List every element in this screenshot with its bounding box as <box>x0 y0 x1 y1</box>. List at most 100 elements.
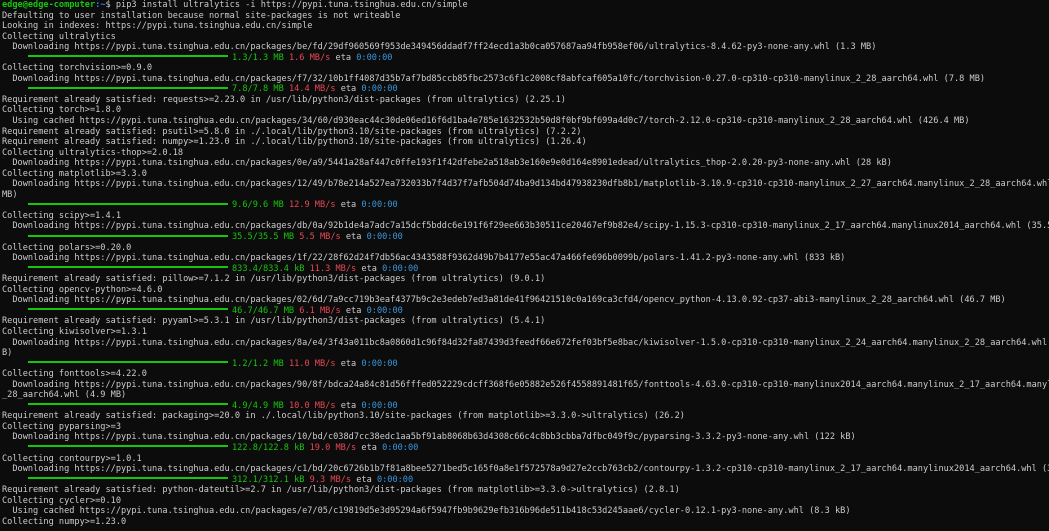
progress-line: 46.7/46.7 MB 6.1 MB/s eta 0:00:00 <box>2 306 1049 317</box>
download-size: 46.7/46.7 MB <box>232 305 295 316</box>
progress-line: 1.2/1.2 MB 11.0 MB/s eta 0:00:00 <box>2 359 1049 370</box>
output-line: Collecting numpy>=1.23.0 <box>2 516 127 527</box>
progress-bar <box>28 403 228 406</box>
progress-line: 35.5/35.5 MB 5.5 MB/s eta 0:00:00 <box>2 232 1049 243</box>
output-line: Downloading https://pypi.tuna.tsinghua.e… <box>2 379 1049 390</box>
output-line: Requirement already satisfied: pyyaml>=5… <box>2 316 546 327</box>
download-speed: 9.3 MB/s <box>309 474 352 485</box>
eta-label: eta <box>345 305 362 316</box>
terminal-window[interactable]: edge@edge-computer:~$ pip3 install ultra… <box>0 0 1049 531</box>
download-size: 7.8/7.8 MB <box>232 84 284 95</box>
progress-line: 9.6/9.6 MB 12.9 MB/s eta 0:00:00 <box>2 200 1049 211</box>
output-line: Collecting torch>=1.8.0 <box>2 105 121 116</box>
output-line: MB) <box>2 189 18 200</box>
progress-bar <box>28 361 228 364</box>
progress-line: 1.3/1.3 MB 1.6 MB/s eta 0:00:00 <box>2 53 1049 64</box>
progress-bar <box>28 308 228 311</box>
output-line: Collecting matplotlib>=3.3.0 <box>2 168 147 179</box>
eta-value: 0:00:00 <box>361 358 398 369</box>
download-speed: 10.0 MB/s <box>288 400 336 411</box>
output-line: Collecting opencv-python>=4.6.0 <box>2 284 163 295</box>
output-line: Collecting torchvision>=0.9.0 <box>2 63 153 74</box>
download-size: 122.8/122.8 kB <box>232 442 305 453</box>
eta-value: 0:00:00 <box>382 442 419 453</box>
download-speed: 19.0 MB/s <box>309 442 357 453</box>
eta-label: eta <box>361 263 377 274</box>
download-speed: 5.5 MB/s <box>299 232 341 243</box>
eta-value: 0:00:00 <box>366 232 403 243</box>
output-line: Downloading https://pypi.tuna.tsinghua.e… <box>2 73 986 84</box>
download-speed: 6.1 MB/s <box>299 305 341 316</box>
output-line: Downloading https://pypi.tuna.tsinghua.e… <box>2 464 1049 475</box>
output-line: Collecting fonttools>=4.22.0 <box>2 369 147 380</box>
output-line: Collecting ultralytics-thop>=2.0.18 <box>2 147 184 158</box>
prompt-user-host: edge@edge-computer <box>2 0 96 10</box>
download-size: 4.9/4.9 MB <box>232 400 284 411</box>
eta-value: 0:00:00 <box>361 200 398 211</box>
download-size: 312.1/312.1 kB <box>232 474 305 485</box>
output-line: Collecting cycler>=0.10 <box>2 495 121 506</box>
progress-line: 122.8/122.8 kB 19.0 MB/s eta 0:00:00 <box>2 443 1049 454</box>
eta-label: eta <box>345 232 362 243</box>
eta-label: eta <box>340 200 357 211</box>
output-line: Requirement already satisfied: pillow>=7… <box>2 274 546 285</box>
eta-value: 0:00:00 <box>361 400 398 411</box>
eta-label: eta <box>340 84 357 95</box>
output-line: Collecting contourpy>=1.0.1 <box>2 453 142 464</box>
progress-bar <box>28 266 228 269</box>
output-line: Collecting kiwisolver>=1.3.1 <box>2 326 147 337</box>
download-size: 35.5/35.5 MB <box>232 232 295 243</box>
output-line: Downloading https://pypi.tuna.tsinghua.e… <box>2 221 1049 232</box>
output-line: Requirement already satisfied: python-da… <box>2 485 680 496</box>
download-size: 1.2/1.2 MB <box>232 358 284 369</box>
progress-line: 4.9/4.9 MB 10.0 MB/s eta 0:00:00 <box>2 401 1049 412</box>
output-line: Downloading https://pypi.tuna.tsinghua.e… <box>2 253 846 264</box>
output-line: Downloading https://pypi.tuna.tsinghua.e… <box>2 179 1049 190</box>
download-speed: 12.9 MB/s <box>288 200 336 211</box>
progress-bar <box>28 445 228 448</box>
output-line: Downloading https://pypi.tuna.tsinghua.e… <box>2 158 892 169</box>
eta-label: eta <box>361 442 377 453</box>
progress-bar <box>28 86 228 89</box>
output-line: Downloading https://pypi.tuna.tsinghua.e… <box>2 432 856 443</box>
progress-line: 7.8/7.8 MB 14.4 MB/s eta 0:00:00 <box>2 84 1049 95</box>
download-speed: 11.3 MB/s <box>309 263 357 274</box>
eta-value: 0:00:00 <box>366 305 403 316</box>
output-line: Requirement already satisfied: requests>… <box>2 94 566 105</box>
output-line: Collecting ultralytics <box>2 31 116 42</box>
download-speed: 14.4 MB/s <box>288 84 336 95</box>
progress-bar <box>28 477 228 480</box>
eta-label: eta <box>356 474 372 485</box>
download-size: 9.6/9.6 MB <box>232 200 284 211</box>
output-line: Requirement already satisfied: psutil>=5… <box>2 126 582 137</box>
eta-label: eta <box>340 358 357 369</box>
progress-bar <box>28 234 228 237</box>
prompt-symbol: $ <box>105 0 116 10</box>
output-line: Requirement already satisfied: numpy>=1.… <box>2 137 587 148</box>
download-size: 833.4/833.4 kB <box>232 263 305 274</box>
progress-bar <box>28 202 228 205</box>
output-line: Using cached https://pypi.tuna.tsinghua.… <box>2 116 970 127</box>
prompt-path: :~ <box>95 0 106 10</box>
output-line: B) <box>2 348 13 359</box>
progress-line: 312.1/312.1 kB 9.3 MB/s eta 0:00:00 <box>2 475 1049 486</box>
download-size: 1.3/1.3 MB <box>232 52 284 63</box>
eta-value: 0:00:00 <box>356 52 393 63</box>
eta-value: 0:00:00 <box>382 263 419 274</box>
eta-label: eta <box>340 400 357 411</box>
progress-line: 833.4/833.4 kB 11.3 MB/s eta 0:00:00 <box>2 264 1049 275</box>
download-speed: 1.6 MB/s <box>288 52 331 63</box>
output-line: Downloading https://pypi.tuna.tsinghua.e… <box>2 42 877 53</box>
output-line: Collecting polars>=0.20.0 <box>2 242 132 253</box>
download-speed: 11.0 MB/s <box>288 358 336 369</box>
output-line: Collecting scipy>=1.4.1 <box>2 210 121 221</box>
command-text: pip3 install ultralytics -i https://pypi… <box>115 0 468 10</box>
output-line: Requirement already satisfied: packaging… <box>2 411 685 422</box>
output-line: Using cached https://pypi.tuna.tsinghua.… <box>2 506 851 517</box>
output-line: Collecting pyparsing>=3 <box>2 421 121 432</box>
eta-value: 0:00:00 <box>376 474 414 485</box>
eta-value: 0:00:00 <box>361 84 398 95</box>
eta-label: eta <box>335 52 352 63</box>
progress-bar <box>28 55 228 58</box>
output-line: Downloading https://pypi.tuna.tsinghua.e… <box>2 295 1006 306</box>
